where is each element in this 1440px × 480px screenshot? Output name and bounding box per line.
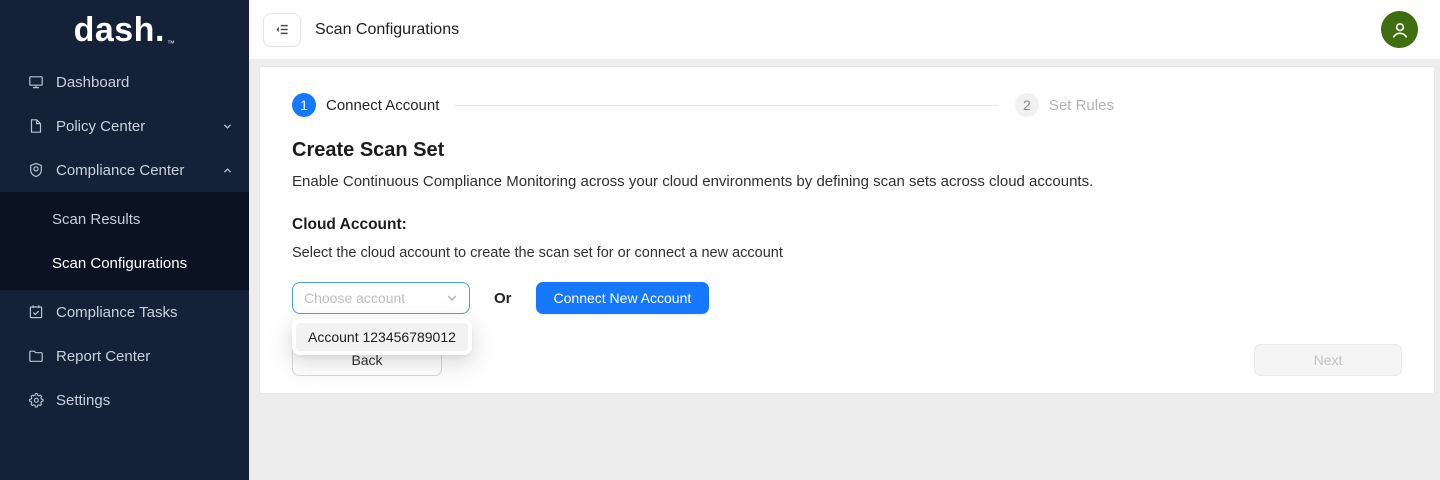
or-label: Or <box>494 290 512 307</box>
sidebar-item-label: Policy Center <box>56 118 145 135</box>
sidebar-item-label: Scan Results <box>52 211 140 228</box>
sidebar-collapse-button[interactable] <box>263 13 301 47</box>
shield-badge-icon <box>28 162 44 178</box>
folder-icon <box>28 348 44 364</box>
sidebar-item-compliance-center[interactable]: Compliance Center <box>0 148 249 192</box>
connect-new-account-button[interactable]: Connect New Account <box>536 282 710 314</box>
account-option[interactable]: Account 123456789012 <box>296 323 468 351</box>
select-placeholder: Choose account <box>304 290 446 306</box>
step-number-badge: 1 <box>292 93 316 117</box>
sidebar-item-scan-results[interactable]: Scan Results <box>0 197 249 241</box>
step-connect-account: 1 Connect Account <box>292 93 439 117</box>
sidebar-item-label: Scan Configurations <box>52 255 187 272</box>
compliance-center-submenu: Scan Results Scan Configurations <box>0 192 249 290</box>
next-button[interactable]: Next <box>1254 344 1402 376</box>
chevron-down-icon <box>222 121 233 132</box>
person-icon <box>1388 18 1412 42</box>
top-header: Scan Configurations <box>249 0 1440 60</box>
main-column: Scan Configurations 1 Connect Account <box>249 0 1440 480</box>
logo-trademark: ™ <box>167 39 176 48</box>
logo-text: dash. <box>74 11 165 50</box>
account-controls-row: Choose account Account 123456789012 Or C… <box>292 282 1402 314</box>
sidebar-item-policy-center[interactable]: Policy Center <box>0 104 249 148</box>
calendar-check-icon <box>28 304 44 320</box>
sidebar-item-label: Compliance Center <box>56 162 184 179</box>
user-avatar[interactable] <box>1381 11 1418 48</box>
gear-icon <box>28 392 44 408</box>
sidebar-item-scan-configurations[interactable]: Scan Configurations <box>0 241 249 285</box>
page-title: Scan Configurations <box>315 21 459 39</box>
monitor-icon <box>28 74 44 90</box>
card-description: Enable Continuous Compliance Monitoring … <box>292 173 1402 190</box>
step-label: Connect Account <box>326 97 439 114</box>
account-select-wrapper: Choose account Account 123456789012 <box>292 282 470 314</box>
account-dropdown-panel: Account 123456789012 <box>292 319 472 355</box>
step-set-rules: 2 Set Rules <box>1015 93 1114 117</box>
sidebar-item-label: Report Center <box>56 348 150 365</box>
sidebar-item-label: Settings <box>56 392 110 409</box>
step-connector <box>455 105 998 106</box>
cloud-account-description: Select the cloud account to create the s… <box>292 245 1402 261</box>
account-select[interactable]: Choose account <box>292 282 470 314</box>
sidebar: dash.™ Dashboard Policy Center <box>0 0 249 480</box>
step-label: Set Rules <box>1049 97 1114 114</box>
sidebar-item-compliance-tasks[interactable]: Compliance Tasks <box>0 290 249 334</box>
card-title: Create Scan Set <box>292 139 1402 162</box>
create-scan-set-card: 1 Connect Account 2 Set Rules Create Sca… <box>259 66 1435 394</box>
page-body: 1 Connect Account 2 Set Rules Create Sca… <box>249 60 1440 480</box>
sidebar-nav: Dashboard Policy Center Compliance Cente… <box>0 60 249 422</box>
menu-fold-icon <box>274 21 291 38</box>
cloud-account-heading: Cloud Account: <box>292 216 1402 234</box>
sidebar-item-report-center[interactable]: Report Center <box>0 334 249 378</box>
sidebar-item-label: Dashboard <box>56 74 129 91</box>
chevron-down-icon <box>446 292 458 304</box>
step-number-badge: 2 <box>1015 93 1039 117</box>
sidebar-item-dashboard[interactable]: Dashboard <box>0 60 249 104</box>
document-icon <box>28 118 44 134</box>
chevron-up-icon <box>222 165 233 176</box>
sidebar-item-label: Compliance Tasks <box>56 304 177 321</box>
app-logo: dash.™ <box>0 0 249 60</box>
app-screen: dash.™ Dashboard Policy Center <box>0 0 1440 480</box>
stepper: 1 Connect Account 2 Set Rules <box>292 89 1402 121</box>
sidebar-item-settings[interactable]: Settings <box>0 378 249 422</box>
screen-edge-strip <box>1432 0 1440 480</box>
